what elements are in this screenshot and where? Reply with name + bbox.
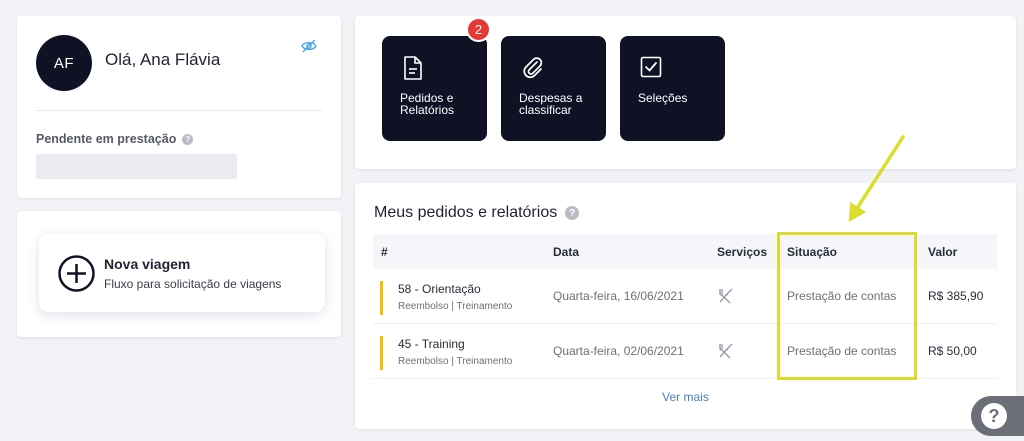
fork-knife-icon (719, 288, 733, 304)
new-trip-subtitle: Fluxo para solicitação de viagens (104, 277, 282, 291)
row-subtitle: Reembolso | Treinamento (398, 301, 513, 312)
question-icon: ? (981, 403, 1007, 429)
column-header-status: Situação (787, 245, 838, 259)
shortcut-label: Despesas a classificar (519, 91, 583, 117)
column-header-value: Valor (928, 245, 958, 259)
row-accent (380, 336, 383, 370)
shortcut-expenses[interactable]: Despesas a classificar (501, 36, 606, 141)
shortcut-orders-reports[interactable]: Pedidos e Relatórios (382, 36, 487, 141)
orders-card: Meus pedidos e relatórios ? # Data Servi… (355, 183, 1016, 429)
paperclip-icon (523, 57, 543, 79)
plus-circle-icon (58, 255, 95, 292)
row-value: R$ 385,90 (928, 289, 984, 303)
row-status: Prestação de contas (787, 289, 897, 303)
row-value: R$ 50,00 (928, 344, 977, 358)
help-floating-button[interactable]: ? (971, 396, 1024, 436)
orders-title-text: Meus pedidos e relatórios (374, 204, 558, 221)
pending-label-text: Pendente em prestação (36, 132, 177, 146)
greeting: Olá, Ana Flávia (105, 50, 221, 69)
column-header-date: Data (553, 245, 580, 259)
row-title: 45 - Training (398, 337, 465, 351)
shortcut-label: Pedidos e Relatórios (400, 91, 455, 117)
row-accent (380, 281, 383, 315)
shortcut-selections[interactable]: Seleções (620, 36, 725, 141)
new-trip-card: Nova viagem Fluxo para solicitação de vi… (17, 211, 341, 337)
column-header-services: Serviços (717, 245, 768, 259)
help-icon[interactable]: ? (565, 206, 580, 220)
document-icon (404, 56, 422, 80)
column-header-id: # (381, 245, 388, 259)
row-subtitle: Reembolso | Treinamento (398, 356, 513, 367)
profile-card: AF Olá, Ana Flávia Pendente em prestação… (17, 16, 341, 198)
row-status: Prestação de contas (787, 344, 897, 358)
orders-title: Meus pedidos e relatórios ? (374, 204, 580, 222)
fork-knife-icon (719, 343, 733, 359)
pending-value-placeholder (36, 154, 237, 179)
row-date: Quarta-feira, 02/06/2021 (553, 344, 684, 358)
eye-slash-icon[interactable] (301, 39, 317, 53)
help-icon[interactable]: ? (182, 133, 194, 145)
table-row[interactable]: 45 - Training Reembolso | Treinamento Qu… (373, 324, 997, 379)
divider (36, 110, 322, 111)
row-date: Quarta-feira, 16/06/2021 (553, 289, 684, 303)
checkbox-icon (640, 56, 662, 78)
pending-label: Pendente em prestação ? (36, 132, 194, 146)
new-trip-title: Nova viagem (104, 256, 191, 272)
row-title: 58 - Orientação (398, 282, 481, 296)
new-trip-button[interactable]: Nova viagem Fluxo para solicitação de vi… (39, 234, 325, 312)
notification-badge: 2 (466, 17, 491, 42)
avatar[interactable]: AF (36, 35, 92, 91)
see-more-link[interactable]: Ver mais (355, 390, 1016, 404)
shortcuts-card: Pedidos e Relatórios Despesas a classifi… (355, 16, 1016, 169)
table-row[interactable]: 58 - Orientação Reembolso | Treinamento … (373, 269, 997, 324)
table-header: # Data Serviços Situação Valor (373, 234, 997, 269)
shortcut-label: Seleções (638, 91, 688, 105)
